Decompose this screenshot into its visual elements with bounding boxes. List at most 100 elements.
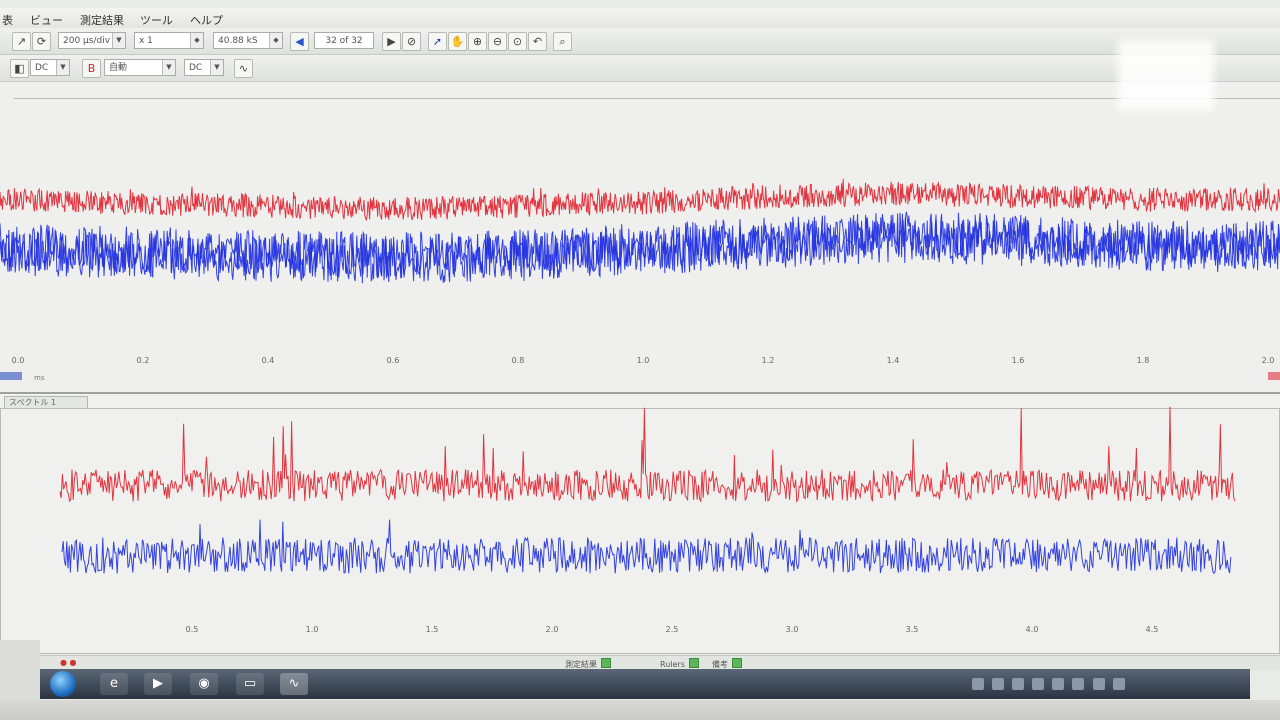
undo-zoom-icon[interactable]: ↶ — [528, 32, 547, 51]
x-tick-label: 1.0 — [637, 356, 650, 365]
timebase-value: 200 μs/div — [63, 36, 111, 46]
taskbar: e ▶ ◉ ▭ ∿ — [40, 669, 1250, 699]
channel-b-coupling-select[interactable]: DC ▼ — [184, 59, 224, 76]
channel-a-icon[interactable]: ◧ — [10, 59, 29, 78]
screen-glare — [1118, 40, 1214, 110]
zoom-in-icon[interactable]: ⊕ — [468, 32, 487, 51]
waveform-math-icon[interactable]: ∿ — [234, 59, 253, 78]
menu-item-help[interactable]: ヘルプ — [190, 12, 223, 28]
channel-b-scale-badge[interactable] — [1268, 372, 1280, 380]
x-tick-label: 4.0 — [1026, 625, 1039, 634]
oscilloscope-app-icon[interactable]: ∿ — [280, 673, 308, 695]
x-tick-label: 0.6 — [387, 356, 400, 365]
media-player-icon[interactable]: ▶ — [144, 673, 172, 695]
x-tick-label: 1.2 — [762, 356, 775, 365]
channel-a-coupling-value: DC — [35, 63, 49, 73]
menu-item-tools[interactable]: ツール — [140, 12, 173, 28]
system-tray — [972, 675, 1242, 693]
status-ok-icon — [732, 658, 742, 668]
x-tick-label: 0.2 — [137, 356, 150, 365]
channel-a-coupling-select[interactable]: DC ▼ — [30, 59, 70, 76]
channel-b-range-value: 自動 — [109, 63, 128, 73]
status-ok-icon — [601, 658, 611, 668]
tray-icon[interactable] — [972, 678, 984, 690]
chevron-down-icon: ▼ — [112, 33, 125, 48]
x-tick-label: 1.8 — [1137, 356, 1150, 365]
spectrum-channel-a-trace — [61, 519, 1232, 575]
channel-b-icon[interactable]: B — [82, 59, 101, 78]
tray-icon[interactable] — [992, 678, 1005, 690]
menu-item-view[interactable]: ビュー — [30, 12, 63, 28]
stepper-icon: ◆ — [190, 33, 203, 48]
tray-icon[interactable] — [1052, 678, 1065, 690]
monitor-bezel-left — [0, 640, 40, 700]
tray-icon[interactable] — [1092, 678, 1105, 690]
tray-icon[interactable] — [1112, 678, 1125, 690]
chevron-down-icon: ▼ — [162, 60, 175, 75]
timebase-select[interactable]: 200 μs/div ▼ — [58, 32, 126, 49]
x-tick-label: 1.6 — [1012, 356, 1025, 365]
channel-toolbar: ◧ DC ▼ B 自動 ▼ DC ▼ ∿ — [0, 55, 1280, 82]
x-tick-label: 1.5 — [426, 625, 439, 634]
channel-a-trace — [0, 211, 1280, 284]
x-tick-label: 3.0 — [786, 625, 799, 634]
folder-icon[interactable]: ▭ — [236, 673, 264, 695]
capture-toolbar: ↗ ⟳ 200 μs/div ▼ x 1 ◆ 40.88 kS ◆ ◀ 32 o… — [0, 28, 1280, 55]
zoom-fit-icon[interactable]: ⊙ — [508, 32, 527, 51]
chevron-down-icon: ▼ — [210, 60, 223, 75]
x-tick-label: 0.5 — [186, 625, 199, 634]
x-tick-label: 4.5 — [1146, 625, 1159, 634]
tray-icon[interactable] — [1072, 678, 1085, 690]
spectrum-view[interactable]: スペクトル 1 0.5 1.0 1.5 2.0 2.5 3.0 3.5 4.0 4.5 — [0, 394, 1280, 654]
x-tick-label: 1.4 — [887, 356, 900, 365]
menu-bar: 表 ビュー 測定結果 ツール ヘルプ — [0, 8, 1280, 30]
search-icon[interactable]: ⌕ — [553, 32, 572, 51]
x-unit-label: ms — [34, 374, 45, 382]
x-tick-label: 1.0 — [306, 625, 319, 634]
x-tick-label: 0.4 — [262, 356, 275, 365]
status-measurements-label: 測定結果 — [565, 660, 597, 669]
x-tick-label: 0.0 — [12, 356, 25, 365]
hand-tool-icon[interactable]: ✋ — [448, 32, 467, 51]
menu-item-measurements[interactable]: 測定結果 — [80, 12, 124, 28]
spectrum-plot[interactable]: 0.5 1.0 1.5 2.0 2.5 3.0 3.5 4.0 4.5 — [0, 394, 1280, 654]
x-tick-label: 2.5 — [666, 625, 679, 634]
x-tick-label: 2.0 — [1262, 356, 1275, 365]
probe-icon[interactable]: ↗ — [12, 32, 31, 51]
status-rulers[interactable]: Rulers — [660, 658, 699, 669]
menu-item-view-partial[interactable]: 表 — [2, 12, 13, 28]
browser-icon[interactable]: e — [100, 673, 128, 695]
scope-plot[interactable]: 0.0 0.2 0.4 0.6 0.8 1.0 1.2 1.4 1.6 1.8 2.0 ms — [0, 82, 1280, 392]
x-tick-label: 0.8 — [512, 356, 525, 365]
status-rulers-label: Rulers — [660, 660, 685, 669]
previous-capture-icon[interactable]: ◀ — [290, 32, 309, 51]
stop-icon[interactable]: ⊘ — [402, 32, 421, 51]
chevron-down-icon: ▼ — [56, 60, 69, 75]
zoom-out-icon[interactable]: ⊖ — [488, 32, 507, 51]
capture-counter-value: 32 of 32 — [325, 36, 363, 46]
channel-a-scale-badge[interactable] — [0, 372, 22, 380]
tray-icon[interactable] — [1032, 678, 1045, 690]
monitor-bezel-bottom — [0, 700, 1280, 720]
zoom-value: x 1 — [139, 36, 153, 46]
zoom-select[interactable]: x 1 ◆ — [134, 32, 204, 49]
samples-value: 40.88 kS — [218, 36, 258, 46]
app-icon[interactable]: ◉ — [190, 673, 218, 695]
status-notes-label: 備考 — [712, 660, 728, 669]
auto-setup-icon[interactable]: ⟳ — [32, 32, 51, 51]
next-capture-icon[interactable]: ▶ — [382, 32, 401, 51]
stepper-icon: ◆ — [269, 33, 282, 48]
x-tick-label: 2.0 — [546, 625, 559, 634]
samples-select[interactable]: 40.88 kS ◆ — [213, 32, 283, 49]
channel-b-range-select[interactable]: 自動 ▼ — [104, 59, 176, 76]
scope-view[interactable]: 0.0 0.2 0.4 0.6 0.8 1.0 1.2 1.4 1.6 1.8 2.0 ms — [0, 82, 1280, 394]
start-button[interactable] — [50, 671, 76, 697]
channel-b-trace — [0, 178, 1280, 222]
tray-icon[interactable] — [1012, 678, 1025, 690]
status-ok-icon — [688, 658, 699, 668]
record-indicator-icon: ● ● — [60, 658, 77, 667]
pointer-tool-icon[interactable]: ➚ — [428, 32, 447, 51]
status-bar: ● ● 測定結果 Rulers 備考 — [0, 655, 1280, 670]
x-tick-label: 3.5 — [906, 625, 919, 634]
capture-counter[interactable]: 32 of 32 — [314, 32, 374, 49]
